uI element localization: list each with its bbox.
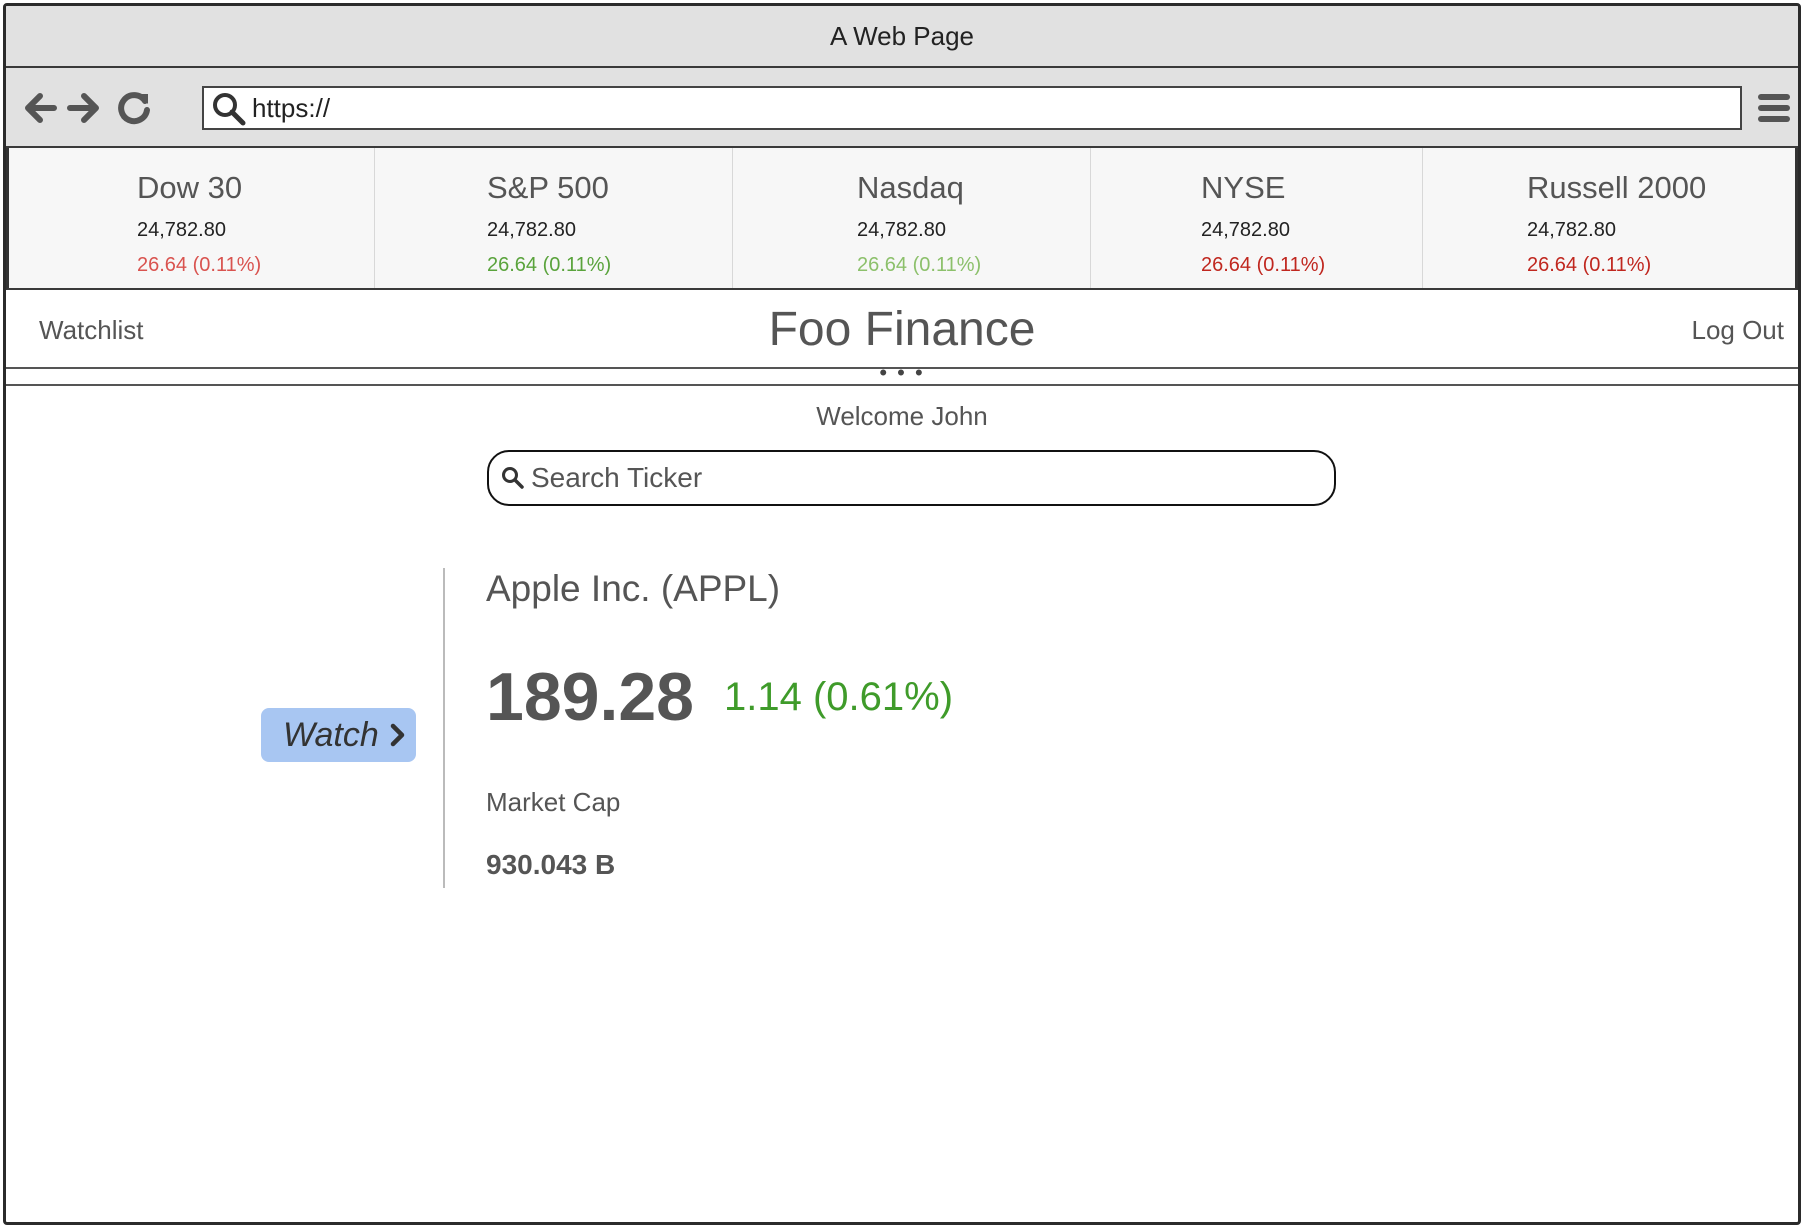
url-input[interactable] (252, 92, 1722, 124)
search-icon (502, 467, 524, 489)
hamburger-menu-icon (1758, 94, 1790, 122)
company-name: Apple Inc. (APPL) (486, 568, 781, 609)
ticker-value: 24,782.80 (1527, 219, 1616, 241)
ticker-change: 26.64 (0.11%) (857, 254, 982, 276)
ticker-name: Nasdaq (857, 170, 964, 205)
logout-link[interactable]: Log Out (1691, 315, 1784, 346)
browser-toolbar (6, 68, 1798, 148)
ticker-change: 26.64 (0.11%) (1527, 254, 1652, 276)
ticker-item-nasdaq[interactable]: Nasdaq 24,782.80 26.64 (0.11%) (733, 148, 1091, 288)
chevron-right-icon (390, 723, 405, 747)
ticker-value: 24,782.80 (137, 219, 226, 241)
ticker-name: NYSE (1201, 170, 1286, 205)
site-header: Watchlist Foo Finance Log Out (6, 290, 1798, 368)
reload-button[interactable] (114, 88, 154, 128)
ticker-value: 24,782.80 (487, 219, 576, 241)
ticker-change: 26.64 (0.11%) (1201, 254, 1326, 276)
address-bar[interactable] (202, 86, 1742, 130)
search-ticker-input[interactable] (531, 460, 1311, 496)
ticker-value: 24,782.80 (1201, 219, 1290, 241)
ticker-change: 26.64 (0.11%) (487, 254, 612, 276)
more-dots-icon: • • • (879, 360, 925, 385)
back-button[interactable] (20, 88, 60, 128)
market-cap-label: Market Cap (486, 787, 621, 817)
watch-button[interactable]: Watch (261, 708, 416, 762)
arrow-right-icon (67, 93, 99, 123)
site-brand: Foo Finance (768, 303, 1036, 356)
ticker-item-nyse[interactable]: NYSE 24,782.80 26.64 (0.11%) (1091, 148, 1423, 288)
ticker-search[interactable] (487, 450, 1336, 506)
browser-window: A Web Page https:// Dow 30 24,782.80 26.… (3, 3, 1801, 1225)
ticker-name: S&P 500 (487, 170, 609, 205)
ticker-change: 26.64 (0.11%) (137, 254, 262, 276)
market-cap-value: 930.043 B (486, 849, 616, 880)
ticker-item-sp500[interactable]: S&P 500 24,782.80 26.64 (0.11%) (375, 148, 733, 288)
market-ticker: Dow 30 24,782.80 26.64 (0.11%) S&P 500 2… (6, 148, 1798, 290)
ticker-item-russell[interactable]: Russell 2000 24,782.80 26.64 (0.11%) (1423, 148, 1798, 288)
reload-icon (118, 92, 150, 125)
ticker-name: Dow 30 (137, 170, 243, 205)
window-title: A Web Page (6, 6, 1798, 68)
welcome-message: Welcome John (816, 401, 988, 431)
forward-button[interactable] (64, 88, 104, 128)
stock-price: 189.28 (486, 659, 694, 735)
search-icon (213, 93, 246, 126)
ticker-value: 24,782.80 (857, 219, 946, 241)
watch-button-label: Watch (283, 716, 379, 754)
menu-button[interactable] (1756, 90, 1792, 126)
stock-change: 1.14 (0.61%) (724, 675, 954, 719)
ticker-item-dow[interactable]: Dow 30 24,782.80 26.64 (0.11%) (9, 148, 375, 288)
header-divider (6, 384, 1798, 386)
ticker-name: Russell 2000 (1527, 170, 1707, 205)
arrow-left-icon (25, 93, 57, 123)
vertical-divider (443, 568, 445, 888)
